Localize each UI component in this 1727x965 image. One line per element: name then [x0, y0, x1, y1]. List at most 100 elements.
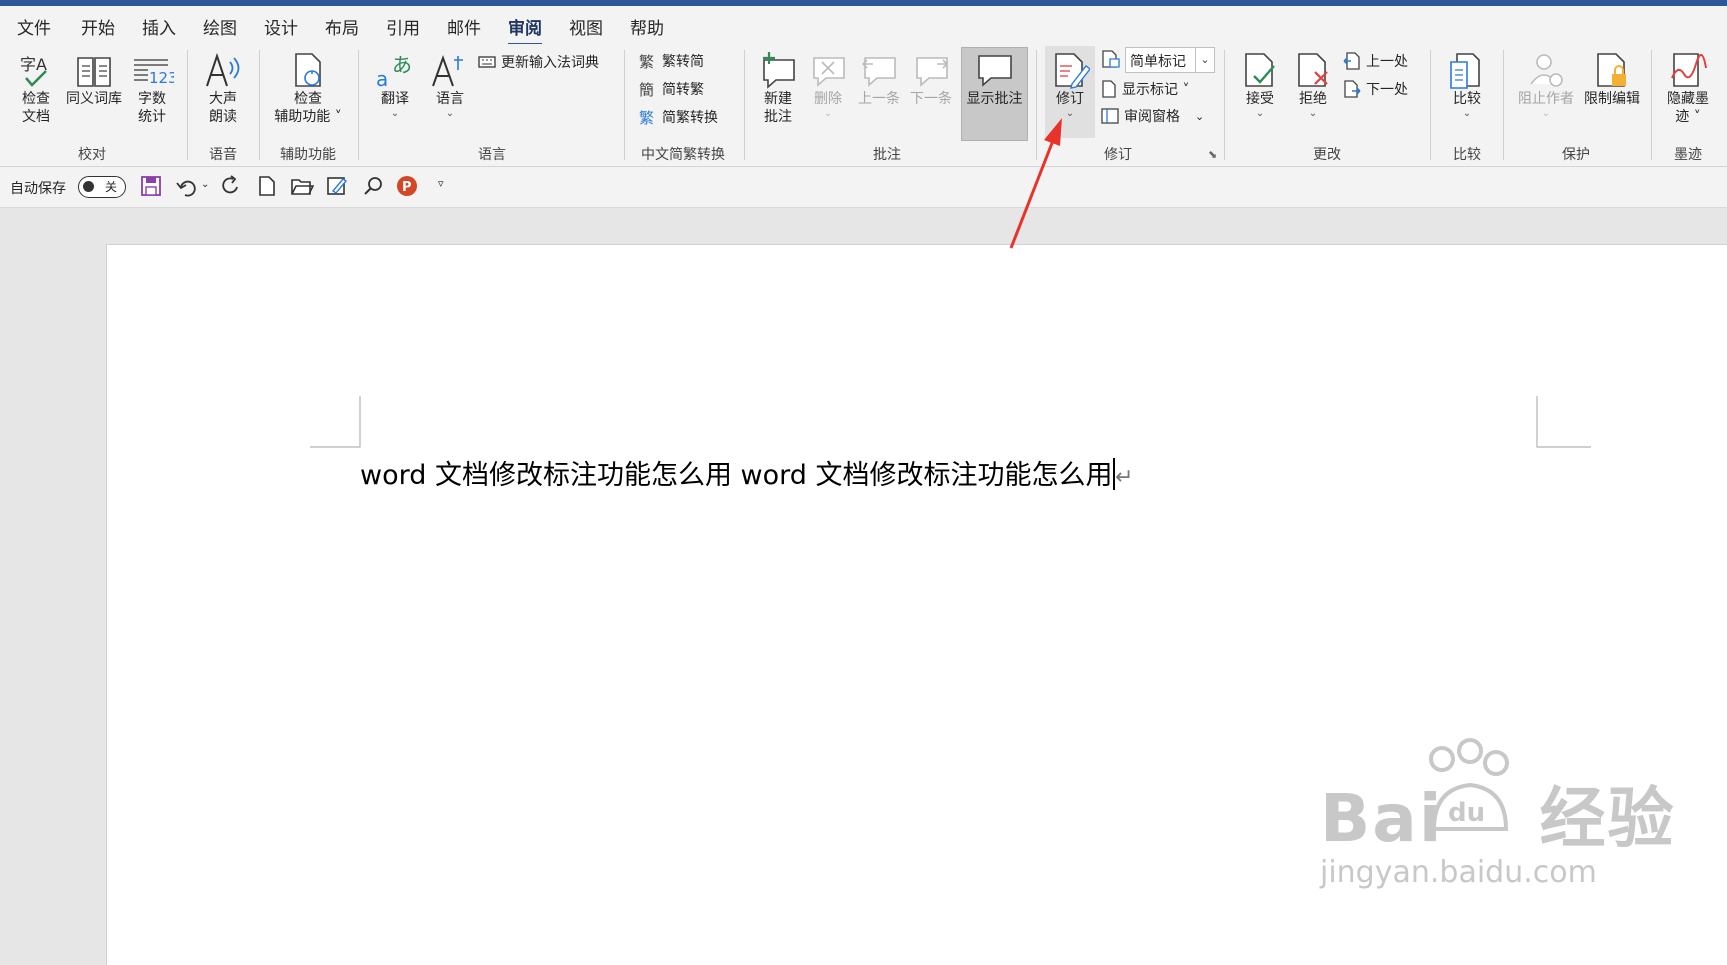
next-comment-icon: [916, 57, 948, 87]
track-changes-button[interactable]: 修订 ⌄: [1045, 50, 1095, 120]
restrict-editing-label: 限制编辑: [1584, 91, 1640, 107]
undo-dropdown-chevron-icon[interactable]: ⌄: [201, 179, 209, 190]
show-markup-label: 显示标记 ˅: [1122, 82, 1190, 98]
chinese-conversion-icon: 繁: [639, 109, 654, 126]
compare-label: 比较: [1453, 91, 1481, 107]
check-accessibility-button[interactable]: 检查 辅助功能 ˅: [268, 50, 348, 126]
chevron-down-icon: ⌄: [445, 108, 455, 119]
tab-insert[interactable]: 插入: [142, 14, 176, 39]
previous-change-label: 上一处: [1366, 54, 1408, 70]
tab-mailings[interactable]: 邮件: [447, 14, 481, 39]
chevron-down-icon: ⌄: [823, 108, 833, 119]
simp-to-trad-button[interactable]: 簡 简转繁: [639, 79, 704, 99]
track-changes-label: 修订: [1056, 91, 1084, 107]
redo-icon[interactable]: [221, 175, 243, 197]
translate-button[interactable]: a あ 翻译 ⌄: [367, 50, 423, 120]
tab-references[interactable]: 引用: [386, 14, 420, 39]
tab-home[interactable]: 开始: [81, 14, 115, 39]
chevron-down-icon: ⌄: [1065, 108, 1075, 119]
hide-ink-button[interactable]: 隐藏墨 迹 ˅: [1660, 50, 1716, 126]
group-label-accessibility: 辅助功能: [280, 147, 336, 163]
open-folder-icon[interactable]: [290, 175, 314, 197]
quick-access-toolbar: 自动保存 关 ⌄ P ▿: [0, 167, 1727, 208]
word-count-button[interactable]: 123 字数 统计: [128, 50, 176, 126]
accessibility-check-icon: [295, 53, 321, 87]
check-document-button[interactable]: 字A 检查 文档: [8, 50, 64, 126]
tab-draw[interactable]: 绘图: [203, 14, 237, 39]
word-count-icon: 123: [134, 59, 174, 87]
language-button[interactable]: 语言 ⌄: [425, 50, 475, 120]
group-label-compare: 比较: [1453, 147, 1481, 163]
translate-icon-kana: あ: [392, 53, 412, 77]
compare-button[interactable]: 比较 ⌄: [1443, 50, 1491, 120]
block-authors-button[interactable]: 阻止作者 ⌄: [1512, 50, 1580, 120]
group-label-proofing: 校对: [78, 147, 106, 163]
reviewing-pane-button[interactable]: 审阅窗格 ⌄: [1101, 106, 1204, 126]
undo-icon[interactable]: [175, 175, 197, 197]
next-change-label: 下一处: [1366, 82, 1408, 98]
update-ime-dictionary-button[interactable]: 更新输入法词典: [478, 52, 599, 72]
new-comment-button[interactable]: 新建 批注: [753, 50, 803, 126]
dialog-launcher-icon[interactable]: ⬊: [1208, 148, 1217, 161]
accept-change-button[interactable]: 接受 ⌄: [1236, 50, 1284, 120]
accept-icon: [1245, 53, 1275, 87]
reject-change-button[interactable]: 拒绝 ⌄: [1289, 50, 1337, 120]
read-aloud-button[interactable]: 大声 朗读: [197, 50, 249, 126]
find-icon[interactable]: [362, 175, 384, 197]
save-icon[interactable]: [140, 175, 162, 197]
next-comment-button[interactable]: 下一条: [907, 50, 955, 108]
block-authors-label: 阻止作者: [1518, 91, 1574, 107]
check-document-label: 检查 文档: [22, 91, 50, 125]
show-markup-button[interactable]: 显示标记 ˅: [1101, 79, 1189, 99]
edit-document-icon[interactable]: [326, 175, 348, 197]
autosave-toggle[interactable]: 关: [78, 176, 126, 198]
spelling-check-icon-text: 字A: [20, 55, 47, 74]
track-changes-icon: [1055, 53, 1090, 89]
translate-icon: a あ: [376, 53, 412, 90]
restrict-editing-button[interactable]: 限制编辑: [1580, 50, 1644, 108]
trad-to-simp-icon: 繁: [639, 53, 654, 70]
group-label-changes: 更改: [1313, 147, 1341, 163]
new-document-icon[interactable]: [256, 175, 278, 197]
trad-to-simp-button[interactable]: 繁 繁转简: [639, 51, 704, 71]
tab-view[interactable]: 视图: [569, 14, 603, 39]
update-ime-dictionary-label: 更新输入法词典: [501, 55, 599, 71]
trad-to-simp-label: 繁转简: [662, 54, 704, 70]
chevron-down-icon[interactable]: ⌄: [1195, 48, 1214, 72]
chevron-down-icon[interactable]: ⌄: [1195, 110, 1204, 123]
delete-comment-icon: [813, 57, 845, 87]
tab-design[interactable]: 设计: [264, 14, 298, 39]
markup-mode-value: 简单标记: [1130, 54, 1186, 70]
delete-comment-button[interactable]: 删除 ⌄: [806, 50, 850, 120]
tab-file[interactable]: 文件: [17, 14, 51, 39]
group-separator: [1430, 50, 1431, 160]
group-label-language: 语言: [478, 147, 506, 163]
group-separator: [358, 50, 359, 160]
tab-layout[interactable]: 布局: [325, 14, 359, 39]
tab-help[interactable]: 帮助: [630, 14, 664, 39]
group-label-protect: 保护: [1562, 147, 1590, 163]
block-authors-icon: [1530, 54, 1563, 87]
customize-qat-chevron-icon[interactable]: ▿: [438, 177, 444, 190]
markup-mode-select[interactable]: 简单标记 ⌄: [1125, 47, 1215, 73]
tab-review[interactable]: 审阅: [508, 14, 542, 46]
chinese-conversion-button[interactable]: 繁 简繁转换: [639, 107, 718, 127]
previous-comment-label: 上一条: [858, 91, 900, 107]
group-separator: [1651, 50, 1652, 160]
hide-ink-icon: [1671, 53, 1707, 87]
chevron-down-icon: ⌄: [1462, 108, 1472, 119]
powerpoint-icon-letter: P: [402, 180, 412, 195]
document-paragraph[interactable]: word 文档修改标注功能怎么用 word 文档修改标注功能怎么用 ↵: [360, 453, 1133, 492]
delete-comment-label: 删除: [814, 91, 842, 107]
show-comments-button[interactable]: 显示批注: [961, 50, 1028, 108]
group-separator: [624, 50, 625, 160]
powerpoint-icon[interactable]: P: [396, 175, 418, 197]
thesaurus-button[interactable]: 同义词库: [62, 50, 126, 108]
previous-change-button[interactable]: 上一处: [1343, 51, 1408, 71]
trad-to-simp-icon-text: 繁: [639, 53, 654, 70]
chevron-down-icon: ⌄: [1308, 108, 1318, 119]
previous-comment-button[interactable]: 上一条: [855, 50, 903, 108]
group-label-comments: 批注: [873, 147, 901, 163]
next-change-button[interactable]: 下一处: [1343, 79, 1408, 99]
reject-icon: [1298, 53, 1328, 87]
